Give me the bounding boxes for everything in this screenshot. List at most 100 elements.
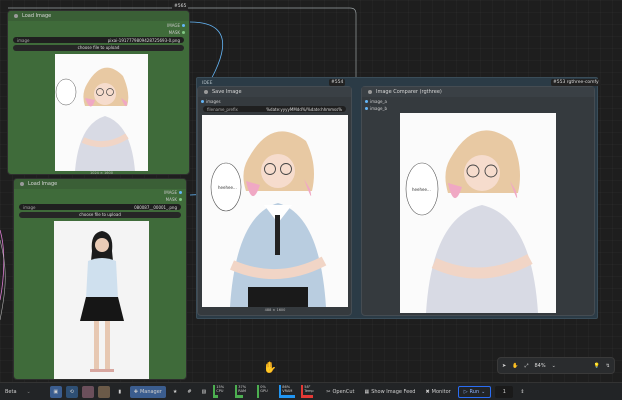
image-select[interactable]: image 080087__00001_.png bbox=[19, 204, 181, 210]
history-icon[interactable]: ⟲ bbox=[65, 385, 78, 398]
fit-view-icon[interactable]: ⤢ bbox=[524, 363, 528, 369]
input-socket-icon[interactable] bbox=[365, 107, 368, 110]
speech-bubble-text: heehee... bbox=[412, 187, 431, 192]
manager-label: Manager bbox=[139, 388, 162, 395]
widget-value: pixai-1917779809428725693-0.png bbox=[107, 37, 180, 43]
image-size-caption: 1024 × 1600 bbox=[90, 171, 113, 175]
stat-label: Temp bbox=[304, 389, 314, 393]
node-title-bar[interactable]: Image Comparer (rgthree) bbox=[362, 87, 594, 97]
output-image[interactable]: IMAGE bbox=[167, 23, 185, 28]
input-socket-icon[interactable] bbox=[201, 100, 204, 103]
input-image-b[interactable]: image_b bbox=[365, 106, 387, 111]
opencut-button[interactable]: ✂ OpenCut bbox=[323, 386, 357, 398]
star-icon[interactable]: ★ bbox=[170, 386, 180, 398]
input-socket-icon[interactable] bbox=[365, 100, 368, 103]
node-title-bar[interactable]: Load Image bbox=[14, 179, 186, 189]
output-label: IMAGE bbox=[167, 23, 180, 28]
stepper-icon[interactable]: ⇕ bbox=[517, 386, 527, 398]
upload-button[interactable]: choose file to upload bbox=[19, 212, 181, 218]
stat-label: GPU bbox=[260, 389, 268, 393]
manager-button[interactable]: ✚ Manager bbox=[129, 385, 166, 398]
stat-bar bbox=[281, 395, 296, 398]
select-tool-icon[interactable]: ➤ bbox=[502, 363, 506, 369]
image-comparer-node[interactable]: Image Comparer (rgthree) image_a image_b… bbox=[361, 86, 595, 316]
feed-label: Show Image Feed bbox=[371, 388, 416, 395]
image-select[interactable]: image pixai-1917779809428725693-0.png bbox=[13, 37, 184, 43]
stat-bar bbox=[215, 395, 218, 398]
output-socket-icon[interactable] bbox=[182, 24, 185, 27]
link-visibility-icon[interactable]: ↯ bbox=[606, 363, 610, 369]
comparer-preview[interactable]: heehee... bbox=[400, 113, 556, 313]
stat-label: RAM bbox=[238, 389, 246, 393]
node-id-badge: #553 rgthree-comfy bbox=[551, 79, 601, 86]
load-image-node-2[interactable]: Load Image IMAGE MASK image 080087__0000… bbox=[13, 178, 187, 380]
stat-ram: 37% RAM bbox=[235, 385, 253, 398]
chevron-down-icon: ⌄ bbox=[481, 388, 486, 395]
anime-girl-uniform-illustration: heehee... bbox=[202, 115, 348, 307]
input-label: image_a bbox=[370, 99, 387, 104]
save-image-node[interactable]: Save Image images filename_prefix %date:… bbox=[197, 86, 352, 316]
output-socket-icon[interactable] bbox=[179, 198, 182, 201]
node-title-bar[interactable]: Save Image bbox=[198, 87, 351, 97]
zoom-level[interactable]: 84% bbox=[534, 363, 545, 369]
widget-value: 080087__00001_.png bbox=[134, 204, 177, 210]
chevron-down-icon[interactable]: ⌄ bbox=[24, 386, 34, 398]
input-label: images bbox=[206, 99, 221, 104]
collapse-dot-icon[interactable] bbox=[204, 90, 208, 94]
batch-count-input[interactable]: 1 bbox=[495, 385, 514, 398]
output-mask[interactable]: MASK bbox=[169, 30, 185, 35]
output-label: MASK bbox=[165, 197, 177, 202]
feed-icon: ▦ bbox=[364, 388, 370, 395]
hash-icon[interactable]: # bbox=[184, 386, 194, 398]
run-button[interactable]: ▷ Run ⌄ bbox=[457, 385, 492, 398]
stat-bar bbox=[303, 395, 313, 398]
upload-button[interactable]: choose file to upload bbox=[13, 45, 184, 51]
collapse-dot-icon[interactable] bbox=[368, 90, 372, 94]
stat-cpu: 15% CPU bbox=[213, 385, 231, 398]
stat-gpu: 0% GPU bbox=[257, 385, 275, 398]
output-mask[interactable]: MASK bbox=[166, 197, 182, 202]
anime-girl-casual-illustration: heehee... bbox=[400, 113, 556, 313]
monitor-label: Monitor bbox=[431, 388, 451, 395]
loaded-image-preview bbox=[54, 221, 149, 379]
filename-prefix-field[interactable]: filename_prefix %date:yyyyMMdd%/%date:hh… bbox=[203, 106, 346, 112]
collapse-dot-icon[interactable] bbox=[14, 14, 18, 18]
avatar-icon-2[interactable] bbox=[97, 385, 110, 398]
chevron-down-icon[interactable]: ⌄ bbox=[552, 363, 556, 369]
avatar-icon-1[interactable] bbox=[81, 385, 94, 398]
node-id-badge: #565 bbox=[172, 3, 189, 10]
opencut-label: OpenCut bbox=[332, 388, 355, 395]
load-image-node-1[interactable]: Load Image IMAGE MASK image pixai-191777… bbox=[7, 10, 190, 175]
input-images[interactable]: images bbox=[201, 99, 221, 104]
image-icon[interactable]: ▨ bbox=[199, 386, 210, 398]
resource-monitor: 15% CPU 37% RAM 0% GPU 86% VRAM 58° Temp bbox=[211, 385, 321, 398]
image-feed-button[interactable]: ▦ Show Image Feed bbox=[361, 386, 418, 398]
play-icon: ▷ bbox=[463, 388, 468, 395]
saved-image-preview: heehee... bbox=[202, 115, 348, 307]
anime-girl-illustration bbox=[55, 54, 148, 171]
image-size-caption: 488 × 1600 bbox=[264, 308, 286, 312]
widget-label: image bbox=[23, 204, 36, 210]
queue-icon[interactable]: ▣ bbox=[49, 385, 62, 398]
node-title-bar[interactable]: Load Image bbox=[8, 11, 189, 21]
output-image[interactable]: IMAGE bbox=[164, 190, 182, 195]
node-title: Load Image bbox=[28, 181, 58, 187]
output-label: IMAGE bbox=[164, 190, 177, 195]
bookmark-icon[interactable]: ▮ bbox=[114, 386, 126, 398]
stat-vram: 86% VRAM bbox=[279, 385, 297, 398]
person-photo bbox=[54, 221, 149, 379]
input-image-a[interactable]: image_a bbox=[365, 99, 387, 104]
pan-tool-icon[interactable]: ✋ bbox=[512, 363, 518, 369]
bottom-toolbar: Beta ⌄ ▣ ⟲ ▮ ✚ Manager ★ # ▨ 15% CPU 37%… bbox=[0, 382, 622, 400]
close-icon: ✖ bbox=[425, 388, 430, 395]
output-socket-icon[interactable] bbox=[182, 31, 185, 34]
output-socket-icon[interactable] bbox=[179, 191, 182, 194]
run-label: Run bbox=[469, 388, 480, 395]
widget-value: %date:yyyyMMdd%/%date:hhmmss% bbox=[266, 106, 342, 112]
lightbulb-icon[interactable]: 💡 bbox=[594, 363, 600, 369]
monitor-button[interactable]: ✖ Monitor bbox=[422, 386, 453, 398]
beta-label[interactable]: Beta bbox=[2, 386, 20, 398]
node-title: Load Image bbox=[22, 13, 52, 19]
collapse-dot-icon[interactable] bbox=[20, 182, 24, 186]
opencut-icon: ✂ bbox=[326, 388, 331, 395]
